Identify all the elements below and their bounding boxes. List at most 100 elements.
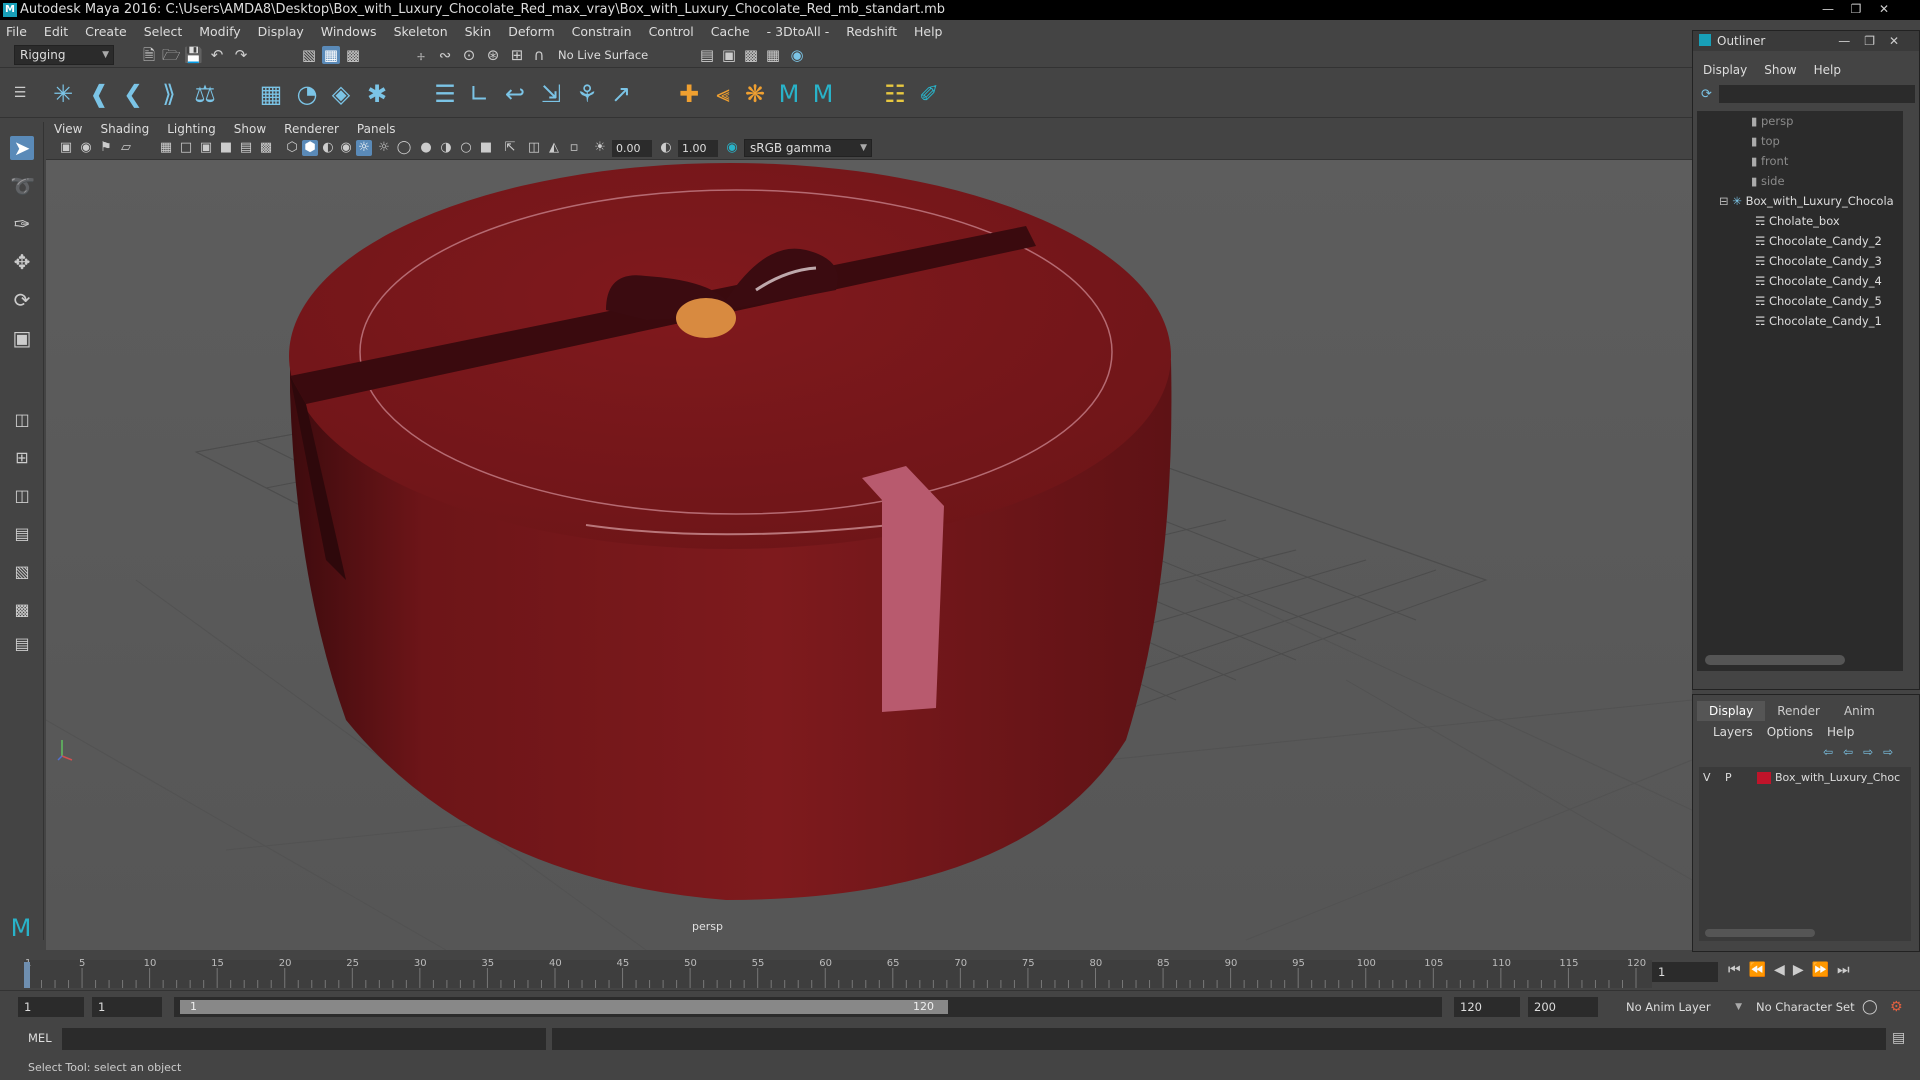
outliner-menu-show[interactable]: Show <box>1764 63 1796 81</box>
layer-row[interactable]: V P Box_with_Luxury_Choc <box>1699 769 1911 787</box>
menu-skeleton[interactable]: Skeleton <box>394 24 448 39</box>
step-back-icon[interactable]: ◀ <box>1774 962 1793 978</box>
mode-dropdown[interactable]: Rigging ▼ <box>14 45 114 65</box>
outliner-menu-help[interactable]: Help <box>1814 63 1841 81</box>
exposure-field[interactable]: 0.00 <box>612 140 652 157</box>
safe-action-icon[interactable]: ▩ <box>258 140 274 156</box>
layer-menu-help[interactable]: Help <box>1827 725 1854 739</box>
outliner-item[interactable]: ▮ front <box>1751 151 1788 171</box>
outliner-item[interactable]: ☴ Chocolate_Candy_4 <box>1755 271 1882 291</box>
outliner-layout-icon[interactable]: ▤ <box>10 522 34 546</box>
hypershade-layout-icon[interactable]: ▩ <box>10 598 34 622</box>
film-gate-icon[interactable]: □ <box>178 140 194 156</box>
tab-display[interactable]: Display <box>1697 701 1766 721</box>
scale-constraint-icon[interactable]: ⇲ <box>536 79 566 109</box>
paint-select-icon[interactable]: ✑ <box>10 212 34 236</box>
menu-constrain[interactable]: Constrain <box>572 24 632 39</box>
save-scene-icon[interactable]: 💾 <box>184 46 203 64</box>
ik-spline-icon[interactable]: ⟫ <box>154 79 184 109</box>
layer-h-scrollbar[interactable] <box>1705 929 1815 937</box>
anim-layer-dropdown[interactable]: No Anim Layer ▼ <box>1620 997 1746 1017</box>
render-frame-icon[interactable]: ▣ <box>720 46 738 64</box>
lattice-icon[interactable]: ◈ <box>326 79 356 109</box>
maya-m2-icon[interactable]: M <box>808 79 838 109</box>
color-management-icon[interactable]: ◉ <box>724 140 740 156</box>
paint-weights-icon[interactable]: ◔ <box>292 79 322 109</box>
outliner-item[interactable]: ☴ Chocolate_Candy_2 <box>1755 231 1882 251</box>
menu-cache[interactable]: Cache <box>711 24 750 39</box>
playback-start-field[interactable]: 1 <box>92 997 162 1017</box>
camera-icon[interactable]: ▣ <box>58 140 74 156</box>
outliner-window-controls[interactable]: —❐✕ <box>1838 31 1913 51</box>
xray-active-icon[interactable]: ◭ <box>546 140 562 156</box>
mel-label[interactable]: MEL <box>28 1031 52 1045</box>
character-icon[interactable]: ❋ <box>740 79 770 109</box>
menu-deform[interactable]: Deform <box>508 24 554 39</box>
orient-constraint-icon[interactable]: ↩ <box>500 79 530 109</box>
menu-3dtoall[interactable]: - 3DtoAll - <box>767 24 830 39</box>
shadows-icon[interactable]: ☼ <box>376 140 392 156</box>
menu-skin[interactable]: Skin <box>465 24 492 39</box>
outliner-search-input[interactable] <box>1719 85 1915 103</box>
lasso-tool-icon[interactable]: ➰ <box>10 174 35 198</box>
snap-point-icon[interactable]: ⊙ <box>460 46 478 64</box>
maximize-icon[interactable]: ❐ <box>1842 0 1870 18</box>
go-to-start-icon[interactable]: ⏮ <box>1728 962 1749 978</box>
bookmark-icon[interactable]: ⚑ <box>98 140 114 156</box>
locator-icon[interactable]: ✚ <box>674 79 704 109</box>
outliner-item[interactable]: ☴ Cholate_box <box>1755 211 1840 231</box>
outliner-item[interactable]: ☴ Chocolate_Candy_5 <box>1755 291 1882 311</box>
insert-joint-icon[interactable]: ❰ <box>84 79 114 109</box>
minimize-icon[interactable]: — <box>1814 0 1842 18</box>
end-time-field[interactable]: 200 <box>1528 997 1598 1017</box>
range-slider-handle[interactable]: 1 120 <box>180 1000 948 1014</box>
layer-buttons-icon[interactable]: ⇦⇦⇨⇨ <box>1823 745 1903 759</box>
live-surface-field[interactable]: No Live Surface <box>552 45 652 65</box>
deformer-icon[interactable]: ☷ <box>880 79 910 109</box>
step-back-key-icon[interactable]: ⏪ <box>1749 962 1774 978</box>
script-editor-icon[interactable]: ▤ <box>1892 1030 1905 1046</box>
gate-mask-icon[interactable]: ■ <box>218 140 234 156</box>
cluster-icon[interactable]: ✱ <box>362 79 392 109</box>
image-plane-icon[interactable]: ▱ <box>118 140 134 156</box>
scale-tool-icon[interactable]: ▣ <box>10 326 34 350</box>
outliner-item[interactable]: ☴ Chocolate_Candy_1 <box>1755 311 1882 331</box>
snap-surface-icon[interactable]: ⊞ <box>508 46 526 64</box>
snap-grid-icon[interactable]: ⧾ <box>412 46 430 64</box>
pole-vector-icon[interactable]: ↗ <box>606 79 636 109</box>
close-icon[interactable]: ✕ <box>1870 0 1898 18</box>
move-tool-icon[interactable]: ✥ <box>10 250 34 274</box>
open-scene-icon[interactable]: 🗁 <box>162 46 181 64</box>
redo-icon[interactable]: ↷ <box>232 46 250 64</box>
hud-icon[interactable]: ▫ <box>566 140 582 156</box>
menu-file[interactable]: File <box>6 24 27 39</box>
undo-icon[interactable]: ↶ <box>208 46 226 64</box>
layer-color-swatch[interactable] <box>1757 772 1771 784</box>
select-hierarchy-icon[interactable]: ▧ <box>300 46 318 64</box>
layer-name[interactable]: Box_with_Luxury_Choc <box>1775 769 1900 787</box>
tab-render[interactable]: Render <box>1765 701 1832 721</box>
current-frame-field[interactable]: 1 <box>1652 962 1718 982</box>
render-settings-icon[interactable]: ▤ <box>698 46 716 64</box>
viewport-menu-lighting[interactable]: Lighting <box>167 122 216 136</box>
menu-redshift[interactable]: Redshift <box>846 24 897 39</box>
grid-toggle-icon[interactable]: ▦ <box>158 140 174 156</box>
viewport-menu-shading[interactable]: Shading <box>100 122 149 136</box>
graph-layout-icon[interactable]: ▧ <box>10 560 34 584</box>
joint-tool-icon[interactable]: ✳ <box>48 79 78 109</box>
menu-help[interactable]: Help <box>914 24 943 39</box>
set-driven-key-icon[interactable]: ⫷ <box>708 79 738 109</box>
select-tool-icon[interactable]: ➤ <box>10 136 34 160</box>
menu-modify[interactable]: Modify <box>199 24 240 39</box>
play-icon[interactable]: ▶ <box>1793 962 1812 978</box>
tab-anim[interactable]: Anim <box>1832 701 1887 721</box>
collapse-icon[interactable]: ⊟ <box>1719 194 1732 208</box>
outliner-item[interactable]: ⊟ ✳ Box_with_Luxury_Chocola <box>1719 191 1894 211</box>
step-forward-key-icon[interactable]: ⏩ <box>1812 962 1837 978</box>
render-view-icon[interactable]: ▦ <box>764 46 782 64</box>
outliner-item[interactable]: ▮ top <box>1751 131 1780 151</box>
field-chart-icon[interactable]: ▤ <box>238 140 254 156</box>
dof-icon[interactable]: ■ <box>478 140 494 156</box>
use-all-lights-icon[interactable]: ☼ <box>356 140 372 156</box>
menu-windows[interactable]: Windows <box>321 24 377 39</box>
